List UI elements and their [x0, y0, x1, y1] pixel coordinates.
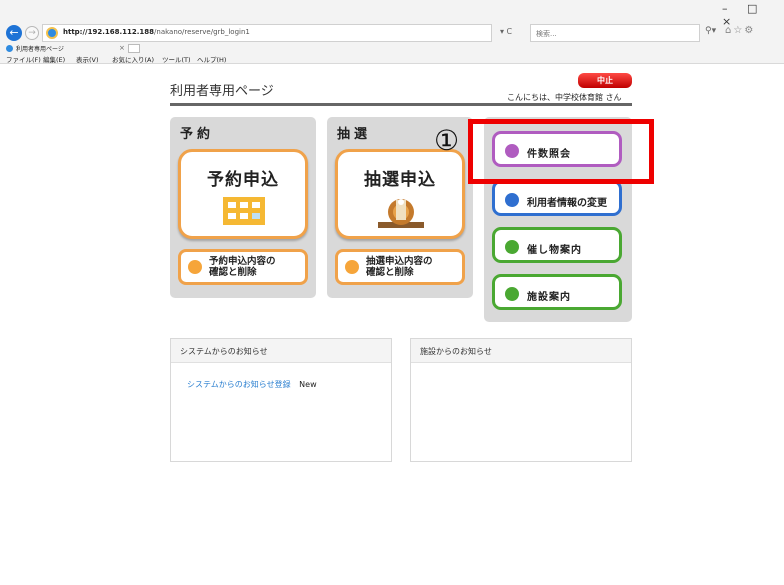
facility-notice-title: 施設からのお知らせ [420, 347, 492, 356]
lottery-panel-label: 抽選 [337, 127, 372, 142]
reserve-confirm-button[interactable]: 予約申込内容の 確認と削除 [178, 249, 308, 285]
page-title: 利用者専用ページ [170, 84, 274, 99]
address-row: ← → http://192.168.112.188/nakano/reserv… [0, 22, 784, 44]
url-text[interactable]: http://192.168.112.188/nakano/reserve/gr… [63, 28, 250, 36]
lottery-confirm-line2: 確認と削除 [366, 267, 414, 278]
reserve-confirm-label: 予約申込内容の 確認と削除 [209, 256, 276, 278]
menu-bar: ファイル(F) 編集(E) 表示(V) お気に入り(A) ツール(T) ヘルプ(… [0, 54, 784, 64]
url-host: http://192.168.112.188 [63, 28, 155, 36]
system-notice-header: システムからのお知らせ [171, 339, 391, 363]
lottery-confirm-button[interactable]: 抽選申込内容の 確認と削除 [335, 249, 465, 285]
ie-logo-icon [46, 27, 58, 39]
tab-row: 利用者専用ページ × [0, 44, 784, 54]
menu-edit[interactable]: 編集(E) [43, 54, 65, 64]
reserve-panel: 予約 予約申込 予約申込内容の 確認と削除 [170, 117, 316, 298]
facility-notice-box: 施設からのお知らせ [410, 338, 632, 462]
greeting-text: こんにちは、中学校体育館 さん [507, 93, 622, 102]
menu-view[interactable]: 表示(V) [76, 54, 99, 64]
lottery-apply-button[interactable]: 抽選申込 [335, 149, 465, 239]
favicon-icon [6, 45, 13, 52]
menu-help[interactable]: ヘルプ(H) [197, 54, 226, 64]
browser-chrome: – □ × ← → http://192.168.112.188/nakano/… [0, 0, 784, 64]
lottery-drum-icon [378, 199, 424, 228]
stop-button[interactable]: 中止 [578, 73, 632, 88]
events-guide-label: 催し物案内 [527, 245, 582, 256]
orange-play-icon [188, 260, 202, 274]
user-info-change-button[interactable]: 利用者情報の変更 [492, 180, 622, 216]
user-info-change-label: 利用者情報の変更 [527, 198, 607, 209]
facility-guide-button[interactable]: 施設案内 [492, 274, 622, 310]
green-play-icon [505, 240, 519, 254]
events-guide-button[interactable]: 催し物案内 [492, 227, 622, 263]
new-badge: New [299, 380, 317, 389]
tab-title: 利用者専用ページ [16, 46, 64, 53]
lottery-confirm-line1: 抽選申込内容の [366, 256, 433, 267]
toolbar-icons[interactable]: ⌂☆⚙ [725, 25, 755, 36]
reserve-confirm-line1: 予約申込内容の [209, 256, 276, 267]
back-button[interactable]: ← [6, 25, 22, 41]
reserve-apply-button[interactable]: 予約申込 [178, 149, 308, 239]
address-bar[interactable]: http://192.168.112.188/nakano/reserve/gr… [42, 24, 492, 42]
system-notice-link[interactable]: システムからのお知らせ登録 [187, 380, 291, 389]
refresh-icon[interactable]: ▾ C [500, 27, 512, 36]
facility-notice-header: 施設からのお知らせ [411, 339, 631, 363]
close-tab-icon[interactable]: × [119, 44, 125, 52]
facility-guide-label: 施設案内 [527, 292, 571, 303]
building-icon [223, 197, 265, 225]
green-play-icon [505, 287, 519, 301]
lottery-confirm-label: 抽選申込内容の 確認と削除 [366, 256, 433, 278]
search-placeholder: 検索... [536, 30, 557, 38]
tab-current[interactable]: 利用者専用ページ × [6, 44, 130, 54]
menu-favorites[interactable]: お気に入り(A) [112, 54, 154, 64]
url-path: /nakano/reserve/grb_login1 [154, 28, 250, 36]
search-input[interactable]: 検索... [530, 24, 700, 42]
orange-play-icon [345, 260, 359, 274]
system-notice-item: システムからのお知らせ登録 New [187, 379, 317, 390]
system-notice-box: システムからのお知らせ システムからのお知らせ登録 New [170, 338, 392, 462]
highlight-box [468, 119, 654, 184]
step-marker: ① [434, 124, 460, 157]
system-notice-title: システムからのお知らせ [180, 347, 268, 356]
search-icon[interactable]: ⚲▾ [705, 26, 716, 36]
reserve-panel-label: 予約 [180, 127, 215, 142]
forward-button[interactable]: → [25, 26, 39, 40]
reserve-apply-label: 予約申込 [207, 170, 279, 190]
reserve-confirm-line2: 確認と削除 [209, 267, 257, 278]
lottery-apply-label: 抽選申込 [364, 170, 436, 190]
menu-tools[interactable]: ツール(T) [162, 54, 191, 64]
title-divider [170, 103, 632, 106]
menu-file[interactable]: ファイル(F) [6, 54, 41, 64]
blue-play-icon [505, 193, 519, 207]
new-tab-button[interactable] [128, 44, 140, 53]
